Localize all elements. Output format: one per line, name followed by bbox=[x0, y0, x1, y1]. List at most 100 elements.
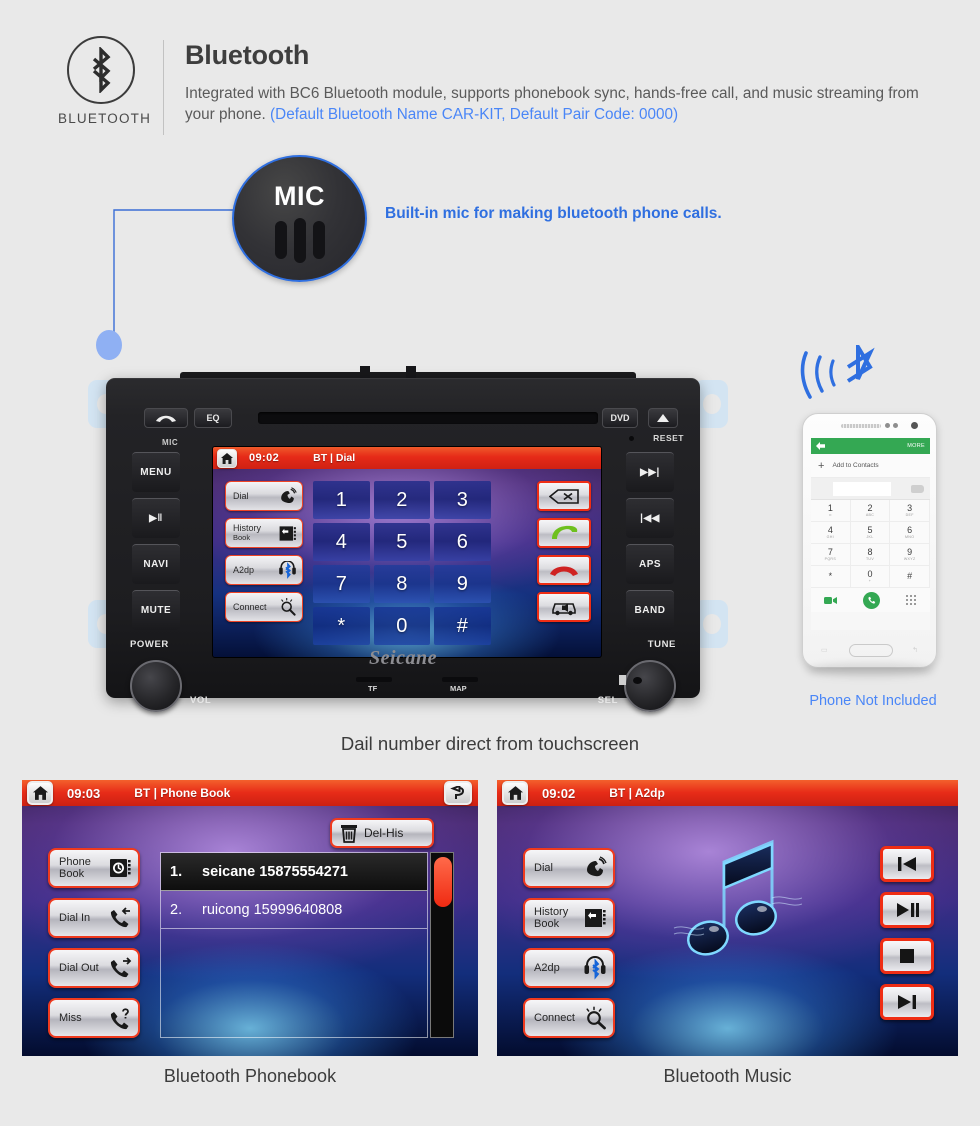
phone-key-sub: MNO bbox=[905, 535, 915, 539]
call-transfer-button[interactable] bbox=[537, 592, 591, 622]
key-4[interactable]: 4 bbox=[313, 523, 370, 561]
connect-button[interactable]: Connect bbox=[523, 998, 615, 1038]
phone-key-3[interactable]: 3 DEF bbox=[890, 500, 930, 522]
phone-screen[interactable]: MORE + Add to Contacts 1 ∞ 2 ABC 3 DEF 4 GHI… bbox=[811, 438, 930, 630]
key-6[interactable]: 6 bbox=[434, 523, 491, 561]
call-end-button[interactable] bbox=[537, 555, 591, 585]
play-pause-button[interactable] bbox=[880, 892, 934, 928]
history-book-button[interactable]: History Book bbox=[225, 518, 303, 548]
phone-key-6[interactable]: 6 MNO bbox=[890, 522, 930, 544]
phone-book-button[interactable]: Phone Book bbox=[48, 848, 140, 888]
home-icon[interactable] bbox=[502, 781, 528, 805]
screen-topbar: 09:02 BT | Dial bbox=[213, 447, 601, 469]
stop-button[interactable] bbox=[880, 938, 934, 974]
history-book-button[interactable]: History Book bbox=[523, 898, 615, 938]
map-card-slot[interactable] bbox=[442, 677, 478, 682]
key-8[interactable]: 8 bbox=[373, 565, 430, 603]
phone-backspace-icon[interactable] bbox=[911, 484, 924, 493]
key-5[interactable]: 5 bbox=[373, 523, 430, 561]
prev-track-button[interactable]: |◀◀ bbox=[626, 498, 674, 538]
list-item[interactable]: 1. seicane 15875554271 bbox=[161, 853, 427, 891]
music-action-column bbox=[880, 846, 934, 1030]
navi-button[interactable]: NAVI bbox=[132, 544, 180, 584]
next-track-button[interactable]: ▶▶| bbox=[626, 452, 674, 492]
scrollbar-thumb[interactable] bbox=[434, 857, 452, 907]
dial-button[interactable]: Dial bbox=[225, 481, 303, 511]
phone-shadow bbox=[806, 663, 934, 677]
phone-key-7[interactable]: 7 PQRS bbox=[811, 544, 851, 566]
keypad-row: * 0 # bbox=[313, 607, 491, 645]
left-key-column: MENU ▶‖ NAVI MUTE bbox=[132, 452, 180, 636]
key-1[interactable]: 1 bbox=[313, 481, 370, 519]
phone-more-label[interactable]: MORE bbox=[907, 443, 925, 449]
phone-key-1[interactable]: 1 ∞ bbox=[811, 500, 851, 522]
mute-button[interactable]: MUTE bbox=[132, 590, 180, 630]
phone-key-sub: WXYZ bbox=[903, 557, 916, 561]
backspace-button[interactable] bbox=[537, 481, 591, 511]
video-call-icon[interactable] bbox=[824, 596, 837, 605]
mic-slot bbox=[293, 218, 306, 263]
bluetooth-indicator-icon bbox=[619, 675, 626, 685]
key-0[interactable]: 0 bbox=[373, 607, 430, 645]
list-item[interactable]: 2. ruicong 15999640808 bbox=[161, 891, 427, 929]
play-pause-button[interactable]: ▶‖ bbox=[132, 498, 180, 538]
miss-button[interactable]: Miss bbox=[48, 998, 140, 1038]
phone-key-5[interactable]: 5 JKL bbox=[850, 522, 891, 544]
dial-in-button[interactable]: Dial In bbox=[48, 898, 140, 938]
call-green-icon[interactable] bbox=[863, 591, 880, 609]
next-track-icon bbox=[898, 995, 916, 1009]
delete-history-button[interactable]: Del-His bbox=[330, 818, 434, 848]
dvd-button[interactable]: DVD bbox=[602, 408, 638, 428]
key-7[interactable]: 7 bbox=[313, 565, 370, 603]
tf-card-slot[interactable] bbox=[356, 677, 392, 682]
phone-key-9[interactable]: 9 WXYZ bbox=[890, 544, 930, 566]
phone-menu-key[interactable]: ▭ bbox=[821, 646, 828, 654]
eq-button[interactable]: EQ bbox=[194, 408, 232, 428]
phone-key-2[interactable]: 2 ABC bbox=[850, 500, 891, 522]
key-3[interactable]: 3 bbox=[434, 481, 491, 519]
phone-back-key[interactable]: ↰ bbox=[912, 646, 918, 654]
phone-number-field[interactable] bbox=[833, 481, 891, 496]
dial-button-label: Dial bbox=[233, 491, 249, 501]
next-track-button[interactable] bbox=[880, 984, 934, 1020]
add-to-contacts-row[interactable]: + Add to Contacts bbox=[811, 454, 930, 478]
magnifier-search-icon bbox=[281, 597, 296, 616]
phone-key-sub: + bbox=[868, 579, 872, 583]
mic-leader-line bbox=[113, 209, 234, 342]
phone-key-digit: 4 bbox=[827, 525, 833, 535]
home-icon[interactable] bbox=[217, 448, 237, 468]
phone-not-included-note: Phone Not Included bbox=[809, 693, 937, 709]
phone-number-input[interactable] bbox=[811, 478, 930, 500]
phone-key-hash[interactable]: # bbox=[890, 566, 930, 588]
home-icon[interactable] bbox=[27, 781, 53, 805]
phone-key-4[interactable]: 4 GHI bbox=[811, 522, 851, 544]
connect-button[interactable]: Connect bbox=[225, 592, 303, 622]
phonebook-scrollbar[interactable] bbox=[430, 852, 454, 1038]
dial-button[interactable]: Dial bbox=[523, 848, 615, 888]
previous-track-button[interactable] bbox=[880, 846, 934, 882]
key-2[interactable]: 2 bbox=[373, 481, 430, 519]
phone-key-digit: 8 bbox=[867, 547, 873, 557]
a2dp-button[interactable]: A2dp bbox=[225, 555, 303, 585]
hangup-button[interactable] bbox=[144, 408, 188, 428]
phonebook-icon bbox=[110, 859, 131, 877]
head-unit-screen[interactable]: 09:02 BT | Dial Dial History Book A2dp C… bbox=[212, 446, 602, 658]
band-button[interactable]: BAND bbox=[626, 590, 674, 630]
phone-key-8[interactable]: 8 TUV bbox=[850, 544, 891, 566]
phone-key-star[interactable]: * bbox=[811, 566, 851, 588]
phone-key-0[interactable]: 0 + bbox=[850, 566, 891, 588]
key-9[interactable]: 9 bbox=[434, 565, 491, 603]
phone-home-button[interactable] bbox=[849, 644, 893, 657]
key-hash[interactable]: # bbox=[434, 607, 491, 645]
a2dp-button[interactable]: A2dp bbox=[523, 948, 615, 988]
aps-button[interactable]: APS bbox=[626, 544, 674, 584]
back-arrow-icon[interactable] bbox=[444, 781, 472, 805]
dial-in-label: Dial In bbox=[59, 911, 91, 924]
menu-button[interactable]: MENU bbox=[132, 452, 180, 492]
call-answer-button[interactable] bbox=[537, 518, 591, 548]
arrow-left-icon[interactable] bbox=[816, 442, 825, 450]
key-star[interactable]: * bbox=[313, 607, 370, 645]
dial-out-button[interactable]: Dial Out bbox=[48, 948, 140, 988]
keypad-hide-icon[interactable] bbox=[906, 594, 917, 606]
eject-button[interactable] bbox=[648, 408, 678, 428]
